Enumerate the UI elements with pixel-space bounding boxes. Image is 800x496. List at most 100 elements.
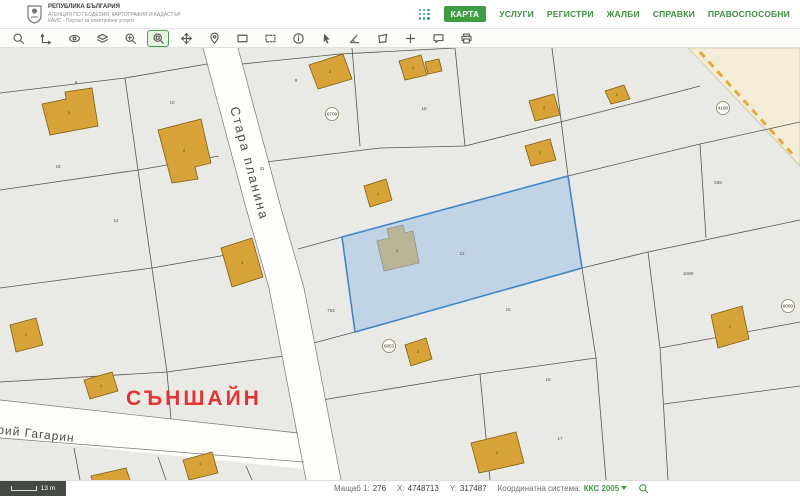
area-measure-icon — [376, 32, 389, 45]
building-number-label: 3 — [68, 111, 70, 115]
parcel-number-label: 14 — [113, 218, 119, 223]
info-icon — [292, 32, 305, 45]
coordinates-axes-icon — [40, 32, 53, 45]
map-area: Стара планина Юрий Гагарин СЪНШАЙН 81018… — [0, 48, 800, 480]
map-out-of-plan-area — [688, 48, 800, 166]
x-coordinate-value: 4748713 — [408, 484, 439, 493]
eye-icon — [68, 32, 81, 45]
chevron-down-icon — [621, 486, 627, 490]
portal-subtitle: КАИС - Портал за електронни услуги — [48, 18, 181, 24]
parcel-number-label: 10 — [169, 100, 175, 105]
rectangle-select-tool-button[interactable] — [231, 30, 253, 47]
visibility-tool-button[interactable] — [63, 30, 85, 47]
building-number-label: 1 — [100, 384, 102, 388]
nav-item-spravki[interactable]: СПРАВКИ — [653, 9, 695, 19]
nav-item-registri[interactable]: РЕГИСТРИ — [547, 9, 594, 19]
nav-item-uslugi[interactable]: УСЛУГИ — [499, 9, 534, 19]
parcel-number-label: 31 — [259, 166, 265, 171]
map-point-marker[interactable]: 4180 — [717, 102, 730, 115]
y-coordinate-value: 317487 — [460, 484, 487, 493]
building[interactable] — [425, 59, 442, 74]
crosshair-plus-icon — [404, 32, 417, 45]
pan-tool-button[interactable] — [175, 30, 197, 47]
scalebar: 13 m — [0, 481, 66, 496]
parcel-number-label: 19 — [545, 377, 551, 382]
zoom-window-icon — [152, 32, 165, 45]
apps-grid-icon[interactable] — [419, 9, 430, 20]
building-number-label: 1 — [199, 462, 201, 466]
parcel-number-label: 1098 — [683, 271, 694, 276]
print-tool-button[interactable] — [455, 30, 477, 47]
map-point-marker[interactable]: 9080 — [782, 300, 795, 313]
layers-icon — [96, 32, 109, 45]
parcel-number-label: 15 — [505, 307, 511, 312]
location-pin-icon — [208, 32, 221, 45]
building-number-label: 2 — [377, 192, 379, 196]
rectangle-dashed-icon — [264, 32, 277, 45]
map-point-marker[interactable]: 6709 — [326, 108, 339, 121]
statusbar-search-button[interactable] — [638, 483, 649, 494]
nav-item-pravosposobni[interactable]: ПРАВОСПОСОБНИ — [708, 9, 790, 19]
parcel-number-label: 12 — [459, 251, 465, 256]
nav-item-zhalbi[interactable]: ЖАЛБИ — [607, 9, 640, 19]
building-number-label: 1 — [412, 66, 414, 70]
building-number-label: 2 — [729, 325, 731, 329]
scalebar-label: 13 m — [41, 485, 55, 492]
scale-value: 276 — [373, 484, 386, 493]
comment-bubble-icon — [432, 32, 445, 45]
crs-selected-value: ККС 2005 — [584, 484, 619, 493]
scalebar-line — [11, 486, 37, 491]
svg-text:4180: 4180 — [718, 106, 729, 111]
republic-title: РЕПУБЛИКА БЪЛГАРИЯ — [48, 4, 181, 12]
x-label: X: — [397, 484, 405, 493]
agency-logo: РЕПУБЛИКА БЪЛГАРИЯ АГЕНЦИЯ ПО ГЕОДЕЗИЯ, … — [26, 4, 181, 24]
comment-tool-button[interactable] — [427, 30, 449, 47]
crs-label: Координатна система: — [498, 484, 581, 493]
measure-angle-tool-button[interactable] — [343, 30, 365, 47]
pointer-select-tool-button[interactable] — [315, 30, 337, 47]
coordinates-tool-button[interactable] — [35, 30, 57, 47]
building-number-label: 2 — [417, 350, 419, 354]
building[interactable] — [91, 468, 133, 480]
zoom-in-icon — [124, 32, 137, 45]
svg-text:6853: 6853 — [384, 344, 395, 349]
print-icon — [460, 32, 473, 45]
svg-text:9080: 9080 — [783, 304, 794, 309]
search-tool-button[interactable] — [7, 30, 29, 47]
crosshair-tool-button[interactable] — [399, 30, 421, 47]
building-number-label: 2 — [25, 333, 27, 337]
parcel-number-label: 8 — [75, 80, 78, 85]
location-marker-tool-button[interactable] — [203, 30, 225, 47]
parcel-number-label: 559 — [714, 180, 722, 185]
parcel-number-label: 754 — [327, 308, 335, 313]
main-nav: КАРТА УСЛУГИ РЕГИСТРИ ЖАЛБИ СПРАВКИ ПРАВ… — [419, 6, 790, 22]
building-number-label: 2 — [543, 106, 545, 110]
scale-label: Мащаб 1: — [334, 484, 370, 493]
building-number-label: 2 — [183, 149, 185, 153]
info-tool-button[interactable] — [287, 30, 309, 47]
parcel-number-label: 17 — [557, 436, 563, 441]
angle-measure-icon — [348, 32, 361, 45]
svg-text:6709: 6709 — [327, 112, 338, 117]
zoom-window-tool-button[interactable] — [147, 30, 169, 47]
nav-item-karta[interactable]: КАРТА — [444, 6, 487, 22]
building-number-label: 2 — [496, 451, 498, 455]
rectangle-dashed-tool-button[interactable] — [259, 30, 281, 47]
rectangle-icon — [236, 32, 249, 45]
map-canvas[interactable]: Стара планина Юрий Гагарин СЪНШАЙН 81018… — [0, 48, 800, 480]
zoom-in-tool-button[interactable] — [119, 30, 141, 47]
app-header: РЕПУБЛИКА БЪЛГАРИЯ АГЕНЦИЯ ПО ГЕОДЕЗИЯ, … — [0, 0, 800, 29]
building-number-label: 4 — [241, 261, 243, 265]
layers-tool-button[interactable] — [91, 30, 113, 47]
map-point-marker[interactable]: 6853 — [383, 340, 396, 353]
status-bar: 13 m Мащаб 1: 276 X: 4748713 Y: 317487 К… — [0, 480, 800, 495]
building-number-label: 2 — [329, 70, 331, 74]
search-icon — [12, 32, 25, 45]
parcel-number-label: 18 — [55, 164, 61, 169]
building-number-label: 2 — [539, 151, 541, 155]
building-number-label: 1 — [396, 249, 398, 253]
coat-of-arms-icon — [26, 4, 43, 24]
crs-dropdown[interactable]: ККС 2005 — [584, 484, 627, 493]
measure-area-tool-button[interactable] — [371, 30, 393, 47]
parcel-number-label: 16 — [421, 106, 427, 111]
